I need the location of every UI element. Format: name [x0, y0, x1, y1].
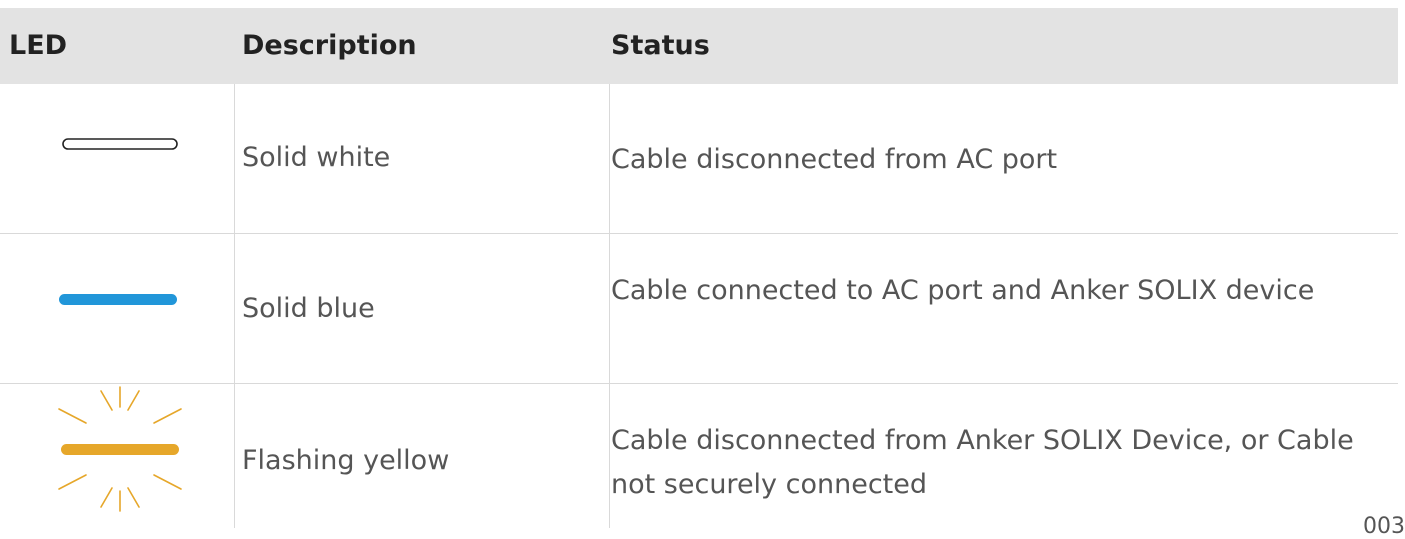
led-solid-blue-icon	[59, 294, 177, 305]
table-row: Solid white Cable disconnected from AC p…	[0, 84, 1398, 233]
table-row: Flashing yellow Cable disconnected from …	[0, 383, 1398, 528]
row-description: Solid blue	[242, 293, 375, 324]
table-row: Solid blue Cable connected to AC port an…	[0, 233, 1398, 383]
table-header: LED Description Status	[0, 8, 1398, 84]
row-description: Solid white	[242, 142, 391, 173]
page-number: 003	[1363, 514, 1405, 539]
row-status: Cable connected to AC port and Anker SOL…	[611, 275, 1315, 306]
led-flashing-yellow-icon	[58, 386, 182, 512]
column-header-led: LED	[9, 30, 68, 61]
column-header-description: Description	[242, 30, 417, 61]
row-description: Flashing yellow	[242, 445, 450, 476]
led-status-table: LED Description Status Solid white Cable…	[0, 0, 1398, 528]
row-status: Cable disconnected from AC port	[611, 144, 1058, 175]
row-status: Cable disconnected from Anker SOLIX Devi…	[611, 425, 1354, 500]
column-header-status: Status	[611, 30, 710, 61]
led-solid-white-icon	[62, 138, 178, 150]
